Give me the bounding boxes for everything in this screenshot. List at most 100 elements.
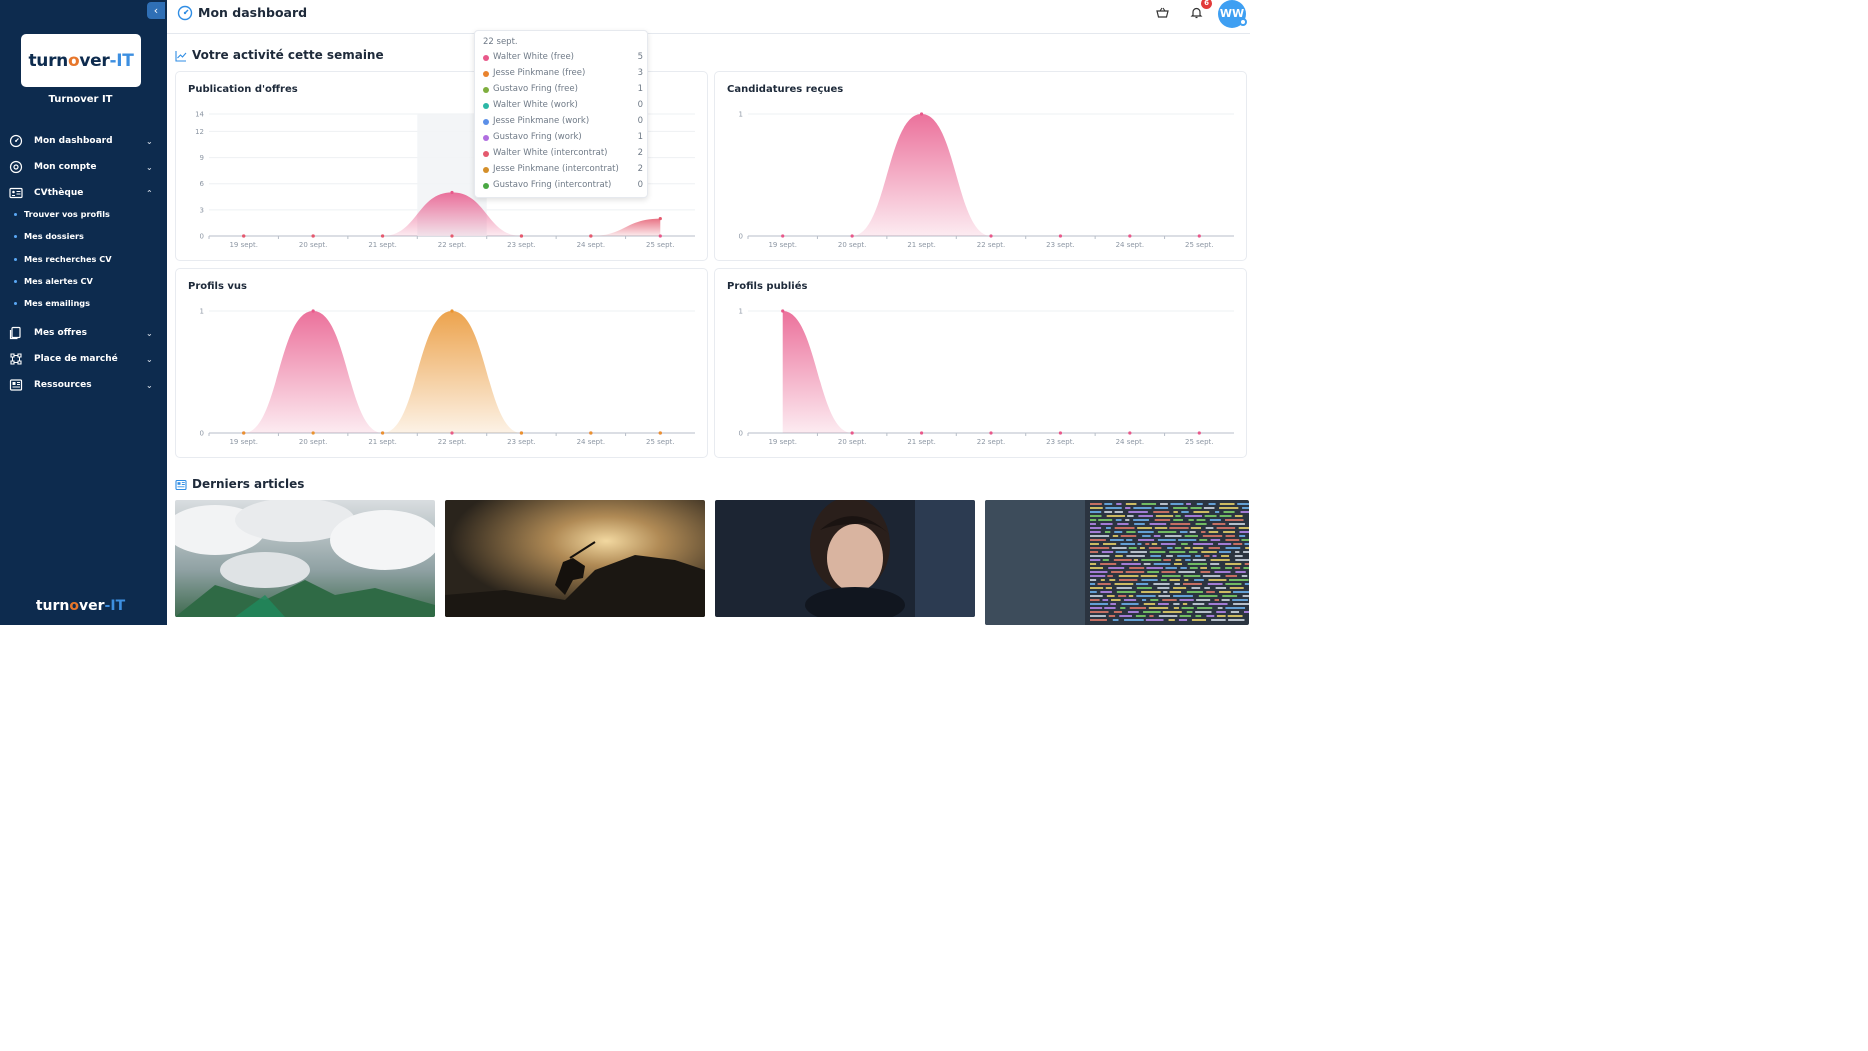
data-point[interactable]: [1197, 234, 1201, 238]
sidebar-subitem-mes-dossiers[interactable]: Mes dossiers: [0, 228, 167, 244]
article-card[interactable]: [715, 500, 975, 617]
series-color-dot: [483, 103, 489, 109]
sidebar-item-cvtheque[interactable]: CVthèque ⌃: [0, 183, 167, 203]
code-line-segment: [1184, 547, 1191, 549]
code-line-segment: [1090, 511, 1102, 513]
logo: turnover-IT: [28, 50, 134, 71]
basket-icon[interactable]: [1156, 6, 1169, 19]
data-point[interactable]: [589, 234, 593, 238]
code-line-segment: [1145, 543, 1150, 545]
x-tick-label: 24 sept.: [1116, 438, 1145, 446]
data-point[interactable]: [380, 234, 385, 238]
code-line-segment: [1090, 531, 1101, 533]
sidebar-item-mon-compte[interactable]: Mon compte ⌄: [0, 157, 167, 177]
x-tick-label: 19 sept.: [768, 438, 797, 446]
data-point[interactable]: [519, 431, 524, 435]
code-line-segment: [1124, 619, 1144, 621]
x-tick-label: 23 sept.: [1046, 438, 1075, 446]
sidebar-item-place-de-marche[interactable]: Place de marché ⌄: [0, 349, 167, 369]
data-point[interactable]: [311, 431, 315, 435]
code-line-segment: [1147, 571, 1159, 573]
code-line-segment: [1216, 527, 1236, 529]
data-point[interactable]: [1058, 431, 1063, 435]
code-line-segment: [1242, 507, 1249, 509]
code-line-segment: [1100, 591, 1112, 593]
article-card[interactable]: [175, 500, 435, 617]
sidebar-item-ressources[interactable]: Ressources ⌄: [0, 375, 167, 395]
code-line-segment: [1129, 607, 1147, 609]
code-line-segment: [1208, 531, 1219, 533]
data-point[interactable]: [1197, 431, 1201, 435]
data-point[interactable]: [919, 112, 924, 116]
code-line-segment: [1225, 583, 1242, 585]
code-line-segment: [1128, 511, 1148, 513]
code-line-segment: [1174, 583, 1180, 585]
data-point[interactable]: [919, 431, 924, 435]
code-line-segment: [1181, 607, 1194, 609]
bullet-icon: [14, 212, 17, 216]
article-image-code-screen: [985, 500, 1249, 625]
code-line-segment: [1188, 551, 1198, 553]
data-point[interactable]: [311, 234, 315, 238]
data-point[interactable]: [519, 234, 524, 238]
code-line-segment: [1184, 579, 1189, 581]
code-line-segment: [1196, 503, 1203, 505]
area-chart: 0 1 19 sept. 20 sept. 21 sept. 22 sept. 23 sep…: [200, 308, 695, 446]
data-point[interactable]: [658, 431, 662, 435]
code-line-segment: [1219, 591, 1231, 593]
code-line-segment: [1229, 587, 1244, 589]
data-point[interactable]: [311, 309, 315, 313]
data-point[interactable]: [450, 190, 454, 195]
data-point[interactable]: [658, 216, 662, 221]
bell-icon[interactable]: [1190, 6, 1203, 19]
data-point[interactable]: [450, 234, 454, 238]
code-line-segment: [1090, 563, 1097, 565]
data-point[interactable]: [989, 234, 993, 238]
article-card[interactable]: [445, 500, 705, 617]
code-line-segment: [1116, 503, 1122, 505]
data-point[interactable]: [589, 431, 593, 435]
code-line-segment: [1148, 607, 1169, 609]
x-tick-label: 22 sept.: [977, 438, 1006, 446]
data-point[interactable]: [450, 309, 454, 313]
data-point[interactable]: [1128, 431, 1132, 435]
code-line-segment: [1191, 619, 1207, 621]
code-line-segment: [1192, 559, 1206, 561]
code-line-segment: [1225, 535, 1235, 537]
series-color-dot: [483, 55, 489, 61]
code-line-segment: [1148, 547, 1162, 549]
article-card[interactable]: [985, 500, 1249, 625]
code-line-segment: [1118, 575, 1139, 577]
data-point[interactable]: [242, 431, 246, 435]
sidebar-subitem-mes-recherches-cv[interactable]: Mes recherches CV: [0, 251, 167, 267]
logo-card[interactable]: turnover-IT: [21, 34, 141, 87]
tooltip-series-name: Jesse Pinkmane (work): [493, 116, 590, 126]
code-line-segment: [1116, 591, 1136, 593]
data-point[interactable]: [781, 309, 785, 313]
code-line-segment: [1164, 535, 1182, 537]
code-line-segment: [1193, 511, 1210, 513]
data-point[interactable]: [242, 234, 246, 238]
code-line-segment: [1112, 535, 1119, 537]
sidebar-subitem-mes-alertes-cv[interactable]: Mes alertes CV: [0, 273, 167, 289]
data-point[interactable]: [781, 234, 785, 238]
code-line-segment: [1185, 559, 1191, 561]
code-line-segment: [1235, 571, 1246, 573]
sidebar-item-mon-dashboard[interactable]: Mon dashboard ⌄: [0, 131, 167, 151]
data-point[interactable]: [1058, 234, 1063, 238]
sidebar-subitem-mes-emailings[interactable]: Mes emailings: [0, 295, 167, 311]
code-line-segment: [1195, 615, 1202, 617]
tooltip-series-value: 3: [637, 68, 643, 78]
data-point[interactable]: [380, 431, 385, 435]
sidebar-item-mes-offres[interactable]: Mes offres ⌄: [0, 323, 167, 343]
data-point[interactable]: [850, 431, 854, 435]
code-line-segment: [1193, 543, 1214, 545]
data-point[interactable]: [989, 431, 993, 435]
data-point[interactable]: [1128, 234, 1132, 238]
code-line-segment: [1214, 599, 1220, 601]
code-line-segment: [1169, 527, 1189, 529]
chevron-left-icon[interactable]: ‹: [147, 2, 165, 19]
data-point[interactable]: [850, 234, 854, 238]
code-line-segment: [1108, 615, 1116, 617]
sidebar-subitem-trouver-vos-profils[interactable]: Trouver vos profils: [0, 206, 167, 222]
